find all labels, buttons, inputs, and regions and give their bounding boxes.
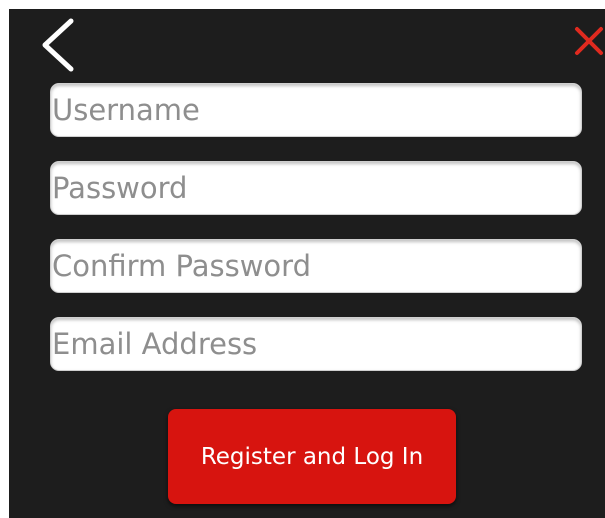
password-input[interactable]: [50, 161, 582, 215]
back-button[interactable]: [39, 15, 79, 75]
register-button-label: Register and Log In: [200, 443, 424, 470]
username-input[interactable]: [50, 83, 582, 137]
close-button[interactable]: [573, 25, 605, 57]
close-x-icon: [575, 27, 603, 55]
email-address-input[interactable]: [50, 317, 582, 371]
registration-panel: Register and Log In: [9, 9, 605, 518]
confirm-password-input[interactable]: [50, 239, 582, 293]
chevron-left-icon: [42, 18, 74, 72]
register-and-log-in-button[interactable]: Register and Log In: [168, 409, 456, 504]
